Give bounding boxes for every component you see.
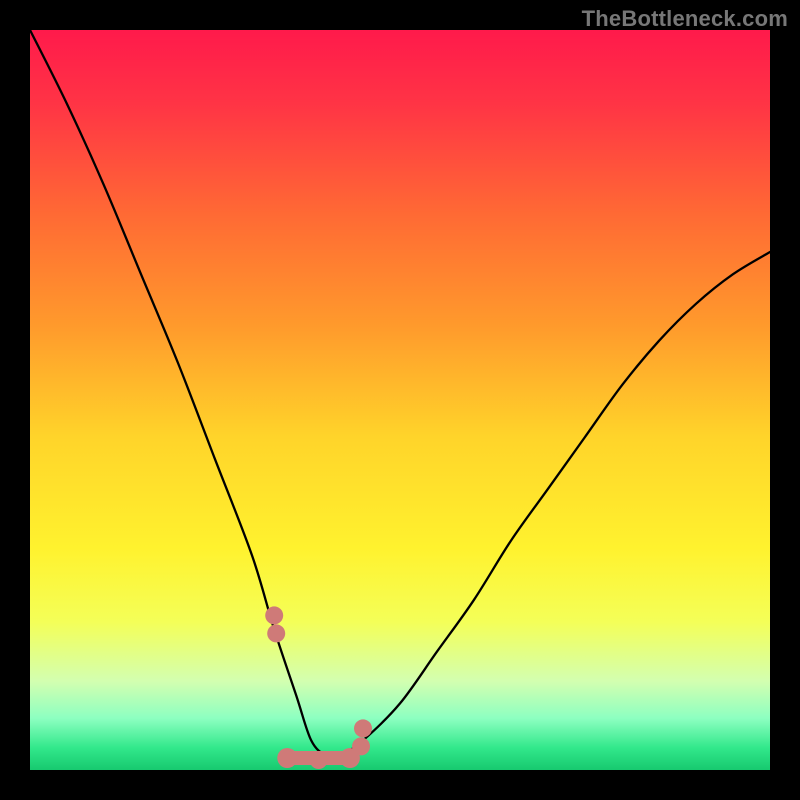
- chart-frame: TheBottleneck.com: [0, 0, 800, 800]
- optimal-marker: [265, 606, 283, 624]
- plot-area: [30, 30, 770, 770]
- optimal-marker: [310, 751, 328, 769]
- optimal-range-markers: [265, 606, 372, 769]
- optimal-marker: [277, 748, 297, 768]
- watermark-text: TheBottleneck.com: [582, 6, 788, 32]
- optimal-marker: [267, 624, 285, 642]
- optimal-marker: [340, 748, 360, 768]
- bottleneck-curve: [30, 30, 770, 770]
- optimal-marker: [354, 719, 372, 737]
